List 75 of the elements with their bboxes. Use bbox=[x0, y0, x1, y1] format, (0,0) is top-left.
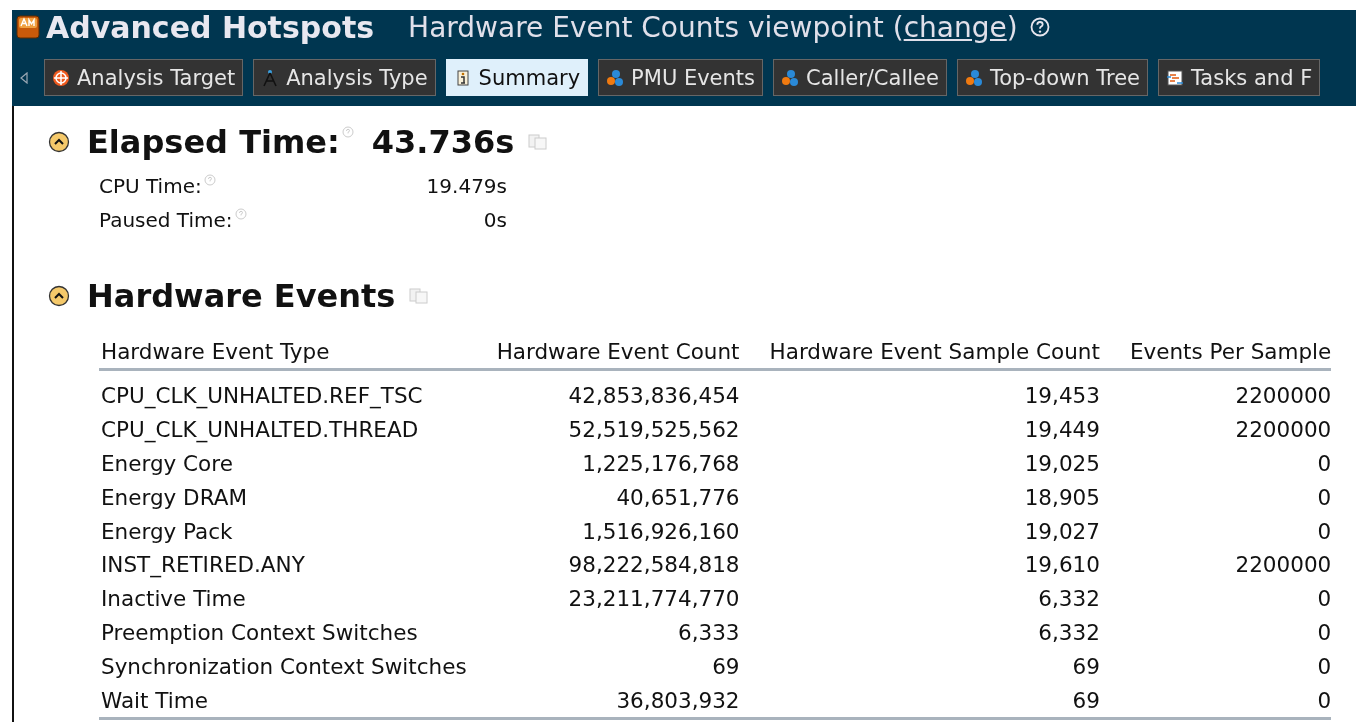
table-cell-text: Energy Pack bbox=[100, 517, 234, 546]
table-cell-text: 2200000 bbox=[1234, 416, 1332, 445]
app-logo-icon bbox=[16, 15, 40, 39]
copy-icon[interactable] bbox=[409, 288, 430, 304]
table-cell-text: 40,651,776 bbox=[615, 483, 740, 512]
table-cell-text: 1,516,926,160 bbox=[581, 517, 740, 546]
analysis-title: Advanced Hotspots bbox=[46, 10, 375, 45]
tab[interactable]: Caller/Callee bbox=[773, 59, 947, 96]
table-cell-text: Preemption Context Switches bbox=[100, 618, 419, 647]
section-title: Hardware Events bbox=[87, 277, 396, 315]
table-cell-text: 6,332 bbox=[1037, 585, 1100, 614]
column-header[interactable]: Events Per Sample bbox=[1099, 336, 1332, 370]
tab[interactable]: Analysis Target bbox=[44, 59, 244, 96]
table-cell: Wait Time bbox=[99, 683, 467, 719]
table-cell: 2200000 bbox=[1099, 369, 1332, 413]
tab[interactable]: Top-down Tree bbox=[956, 59, 1148, 96]
table-cell-text: 19,025 bbox=[1023, 450, 1100, 478]
help-icon[interactable] bbox=[1029, 17, 1050, 37]
table-cell-text: 19,449 bbox=[1023, 416, 1100, 445]
timeline-icon bbox=[1166, 68, 1184, 87]
table-cell-text: 23,211,774,770 bbox=[567, 585, 740, 614]
table-cell-text: 0 bbox=[1316, 618, 1332, 647]
table-cell-text: 0 bbox=[1316, 652, 1332, 681]
table-cell: 36,803,932 bbox=[466, 683, 740, 719]
column-header[interactable]: Hardware Event Sample Count bbox=[739, 336, 1100, 370]
table-cell: 42,853,836,454 bbox=[466, 369, 740, 413]
table-cell-text: Inactive Time bbox=[100, 585, 247, 614]
table-cell: 69 bbox=[739, 683, 1100, 719]
table-cell-text: 19,610 bbox=[1023, 551, 1100, 580]
table-cell-text: 98,222,584,818 bbox=[567, 551, 740, 580]
table-cell-text: CPU_CLK_UNHALTED.THREAD bbox=[100, 416, 420, 445]
scroll-left-icon[interactable] bbox=[20, 71, 28, 84]
table-cell-text: 18,905 bbox=[1023, 483, 1100, 512]
viewpoint-paren: ) bbox=[1006, 10, 1018, 44]
table-cell-text: Energy DRAM bbox=[100, 483, 248, 512]
table-cell-text: Energy Core bbox=[100, 450, 234, 478]
metric-value: 0s bbox=[483, 207, 507, 234]
column-header[interactable]: Hardware Event Type bbox=[99, 336, 467, 370]
table-cell-text: 69 bbox=[711, 652, 740, 681]
column-header[interactable]: Hardware Event Count bbox=[466, 336, 740, 370]
table-cell-text: 6,333 bbox=[677, 618, 740, 647]
table-cell-text: 0 bbox=[1316, 483, 1332, 512]
table-cell-text: 52,519,525,562 bbox=[567, 416, 740, 445]
table-cell-text: 0 bbox=[1316, 585, 1332, 614]
collapse-toggle-icon[interactable] bbox=[48, 285, 70, 307]
table-cell-text: 19,027 bbox=[1023, 517, 1100, 546]
table-cell: 0 bbox=[1099, 683, 1332, 719]
compass-icon bbox=[261, 68, 280, 87]
copy-icon[interactable] bbox=[528, 134, 549, 150]
target-icon bbox=[52, 68, 70, 87]
table-cell-text: 1,225,176,768 bbox=[581, 450, 740, 478]
table-cell-text: Synchronization Context Switches bbox=[100, 652, 467, 681]
collapse-toggle-icon[interactable] bbox=[48, 131, 70, 153]
table-cell-text: 2200000 bbox=[1234, 551, 1332, 580]
three-balls-icon bbox=[964, 68, 983, 87]
metric-value: 19.479s bbox=[426, 173, 507, 200]
table-cell-text: 6,332 bbox=[1037, 618, 1100, 647]
table-cell-text: 0 bbox=[1316, 450, 1332, 478]
metric-label: CPU Time: bbox=[99, 173, 202, 200]
change-link[interactable]: change bbox=[903, 10, 1007, 44]
table-cell-text: 69 bbox=[1071, 652, 1100, 681]
tab[interactable]: Summary bbox=[445, 59, 589, 96]
table-cell-text: 0 bbox=[1316, 517, 1332, 546]
tab[interactable]: Analysis Type bbox=[253, 59, 436, 96]
metric-label: Paused Time: bbox=[99, 207, 233, 234]
table-cell-text: INST_RETIRED.ANY bbox=[100, 551, 306, 580]
table-cell: CPU_CLK_UNHALTED.REF_TSC bbox=[99, 369, 467, 413]
three-balls-icon bbox=[606, 68, 625, 87]
table-cell: 19,453 bbox=[739, 369, 1100, 413]
tab[interactable]: Tasks and F bbox=[1158, 59, 1321, 96]
three-balls-icon bbox=[781, 68, 800, 87]
tab[interactable]: PMU Events bbox=[598, 59, 764, 96]
viewpoint-label: Hardware Event Counts viewpoint ( bbox=[408, 10, 904, 44]
elapsed-time-value: 43.736s bbox=[371, 123, 515, 161]
section-title: Elapsed Time: bbox=[87, 123, 340, 161]
